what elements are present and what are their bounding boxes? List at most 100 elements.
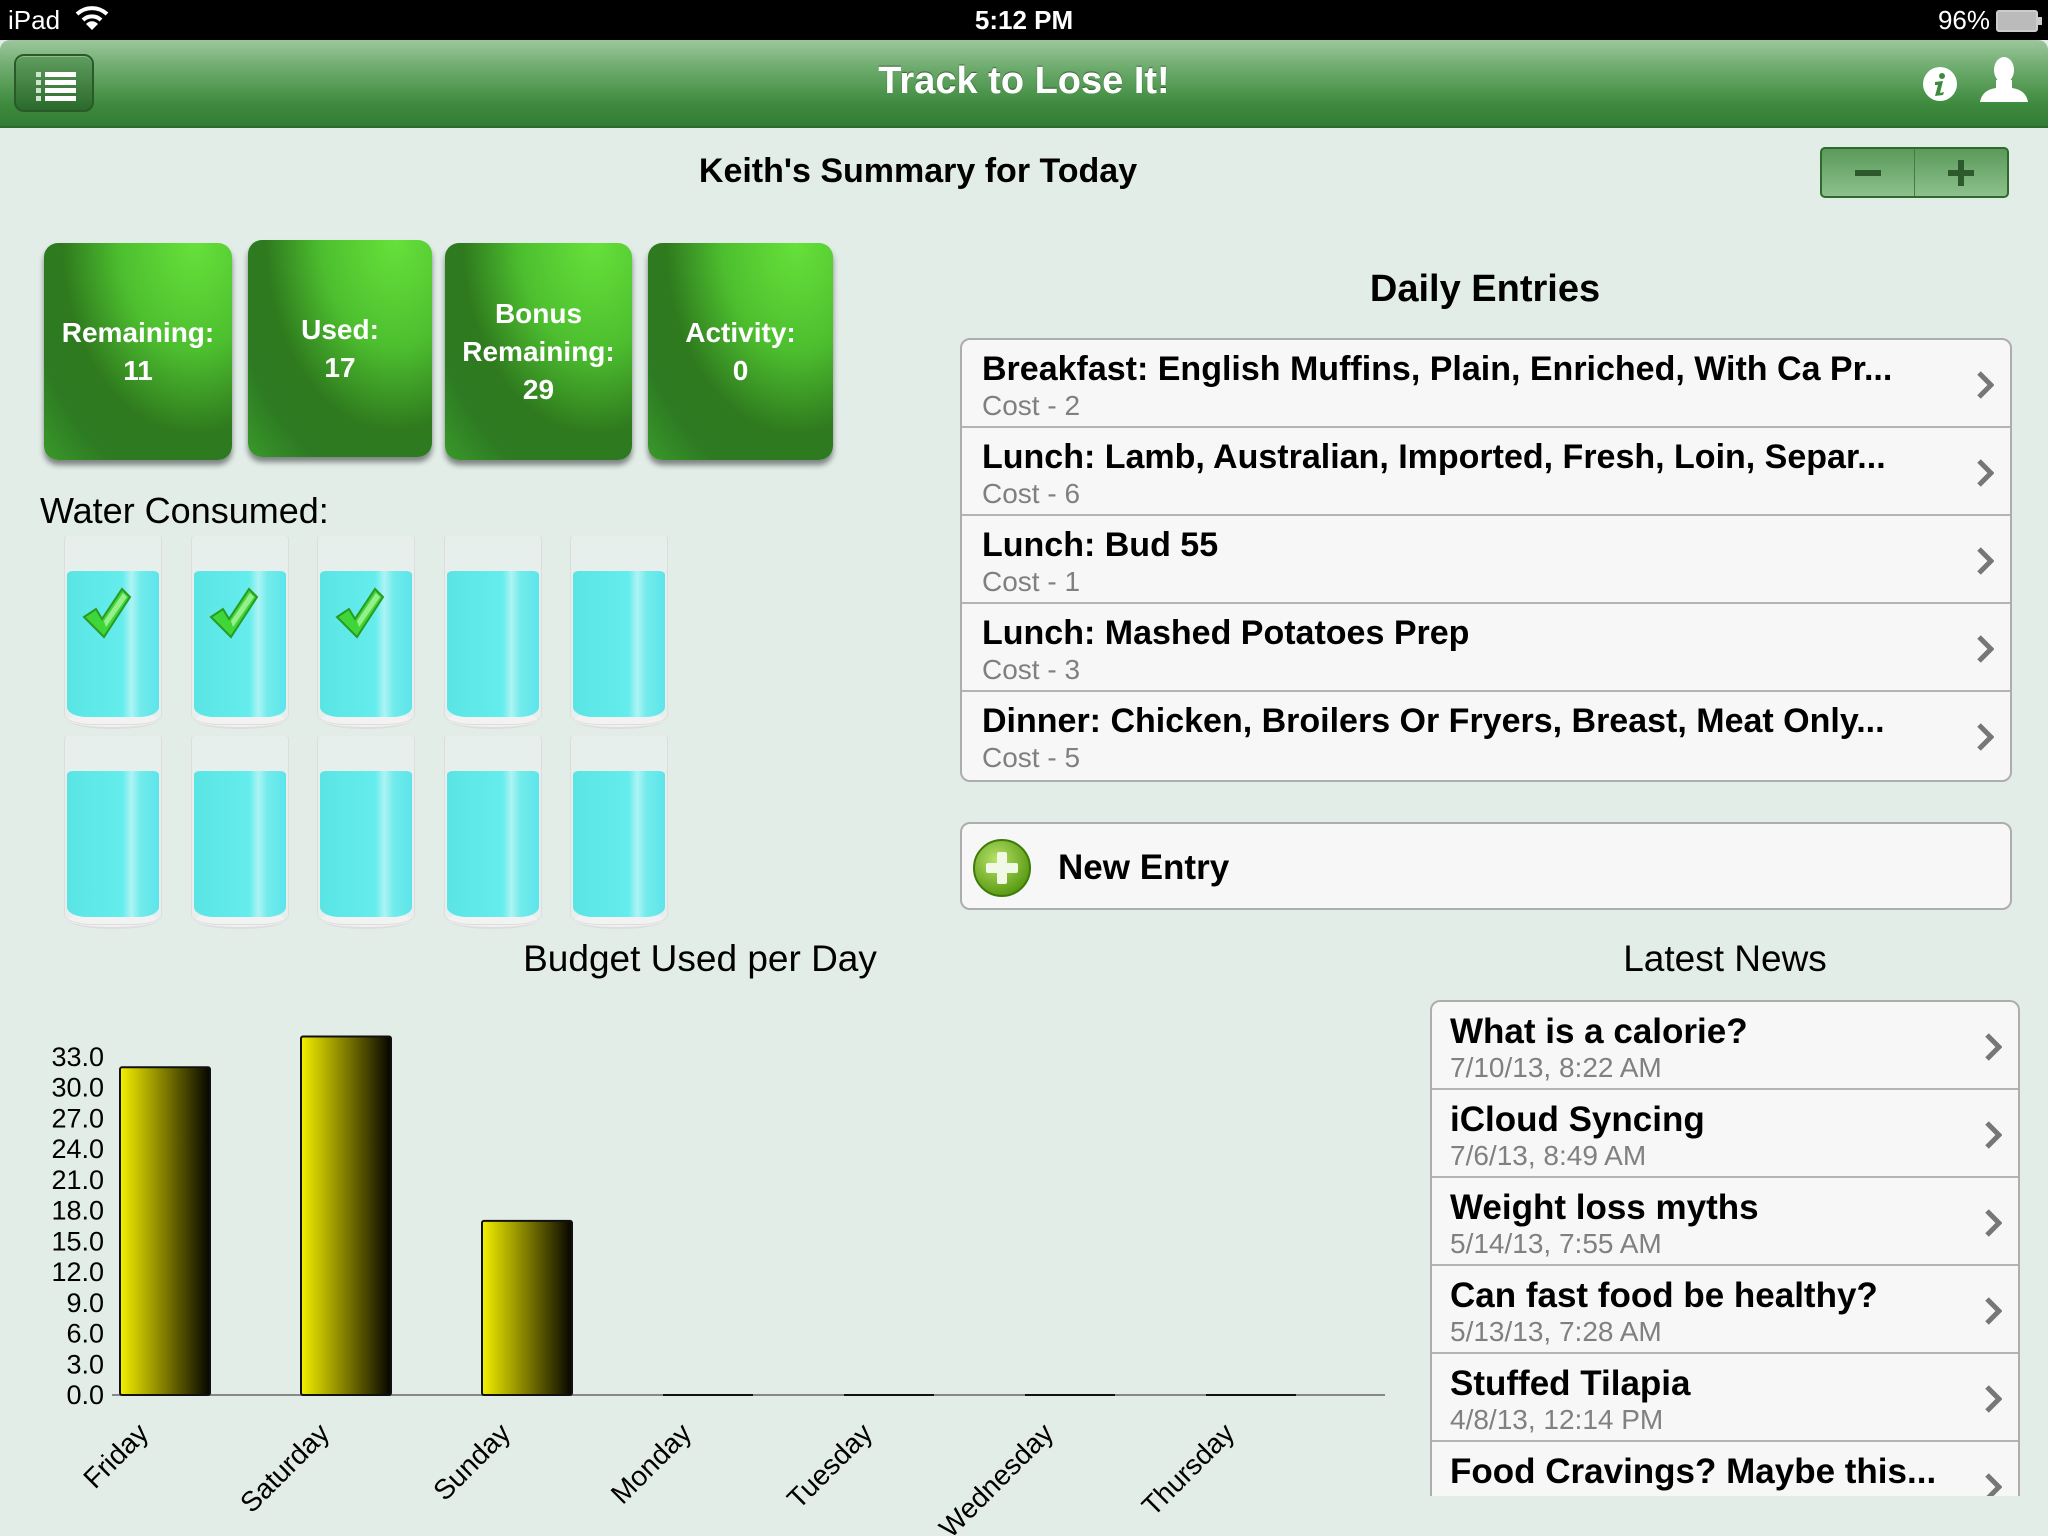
daily-entry-row[interactable]: Lunch: Mashed Potatoes Prep Cost - 3 bbox=[962, 604, 2010, 692]
water-glass[interactable] bbox=[440, 535, 546, 730]
news-row[interactable]: Weight loss myths 5/14/13, 7:55 AM bbox=[1432, 1178, 2018, 1266]
clock: 5:12 PM bbox=[974, 5, 1074, 35]
tile-bonus-remaining[interactable]: Bonus Remaining: 29 bbox=[445, 243, 632, 460]
checkmark-icon bbox=[335, 587, 385, 639]
water-glass[interactable] bbox=[566, 535, 672, 730]
latest-news-list: What is a calorie? 7/10/13, 8:22 AM iCloud… bbox=[1430, 1000, 2020, 1496]
daily-entry-row[interactable]: Breakfast: English Muffins, Plain, Enric… bbox=[962, 340, 2010, 428]
entry-title: Lunch: Lamb, Australian, Imported, Fresh… bbox=[982, 438, 1886, 476]
water-glass-checked[interactable] bbox=[187, 535, 293, 730]
y-tick-label: 24.0 bbox=[51, 1134, 104, 1164]
checkmark-icon bbox=[82, 587, 132, 639]
latest-news-title: Latest News bbox=[1623, 938, 1827, 979]
entry-cost: Cost - 5 bbox=[982, 742, 1081, 773]
budget-bar-chart: 0.03.06.09.012.015.018.021.024.027.030.0… bbox=[51, 1035, 1385, 1536]
news-title: Stuffed Tilapia bbox=[1450, 1364, 1691, 1403]
glass-icon bbox=[444, 735, 542, 925]
chevron-right-icon bbox=[1977, 371, 1994, 399]
daily-entries-list: Breakfast: English Muffins, Plain, Enric… bbox=[960, 338, 2012, 782]
water-glass-checked[interactable] bbox=[313, 535, 419, 730]
news-date: 5/13/13, 7:28 AM bbox=[1450, 1316, 1662, 1347]
new-entry-label: New Entry bbox=[1058, 848, 1230, 887]
battery-percentage: 96% bbox=[1937, 5, 1990, 35]
entry-cost: Cost - 6 bbox=[982, 478, 1081, 509]
chart-title: Budget Used per Day bbox=[523, 938, 877, 979]
news-date: 4/8/13, 12:14 PM bbox=[1450, 1404, 1664, 1435]
news-date: 5/14/13, 7:55 AM bbox=[1450, 1228, 1662, 1259]
glass-icon bbox=[570, 535, 668, 725]
x-tick-label: Tuesday bbox=[781, 1417, 878, 1514]
tile-label: Remaining: bbox=[61, 316, 215, 348]
chevron-right-icon bbox=[1985, 1209, 2002, 1237]
new-entry-button[interactable]: New Entry bbox=[960, 822, 2012, 910]
chevron-right-icon bbox=[1977, 635, 1994, 663]
tile-value: 0 bbox=[732, 354, 749, 386]
entry-title: Dinner: Chicken, Broilers Or Fryers, Bre… bbox=[982, 702, 1885, 740]
news-title: What is a calorie? bbox=[1450, 1012, 1748, 1051]
y-tick-label: 21.0 bbox=[51, 1165, 104, 1195]
decrease-button[interactable] bbox=[1822, 149, 1914, 196]
tile-remaining[interactable]: Remaining: 11 bbox=[44, 243, 232, 460]
daily-entry-row[interactable]: Lunch: Bud 55 Cost - 1 bbox=[962, 516, 2010, 604]
x-tick-label: Saturday bbox=[234, 1417, 335, 1518]
news-date: 7/6/13, 8:49 AM bbox=[1450, 1140, 1647, 1171]
daily-entry-row[interactable]: Dinner: Chicken, Broilers Or Fryers, Bre… bbox=[962, 692, 2010, 780]
news-title: Can fast food be healthy? bbox=[1450, 1276, 1878, 1315]
minus-icon bbox=[1855, 169, 1881, 176]
entry-cost: Cost - 2 bbox=[982, 390, 1081, 421]
status-bar: iPad 5:12 PM 96% bbox=[0, 0, 2048, 40]
news-date: 7/10/13, 8:22 AM bbox=[1450, 1052, 1662, 1083]
glass-icon bbox=[64, 735, 162, 925]
add-circle-icon bbox=[973, 839, 1031, 897]
x-tick-label: Sunday bbox=[427, 1417, 516, 1506]
navigation-bar: Track to Lose It! bbox=[0, 40, 2048, 128]
x-tick-label: Wednesday bbox=[933, 1417, 1059, 1536]
y-tick-label: 18.0 bbox=[51, 1196, 104, 1226]
news-title: iCloud Syncing bbox=[1450, 1100, 1705, 1139]
daily-entry-row[interactable]: Lunch: Lamb, Australian, Imported, Fresh… bbox=[962, 428, 2010, 516]
daily-entries-title: Daily Entries bbox=[1369, 268, 1601, 310]
tile-activity[interactable]: Activity: 0 bbox=[648, 243, 833, 460]
chevron-right-icon bbox=[1985, 1297, 2002, 1325]
news-row[interactable]: Stuffed Tilapia 4/8/13, 12:14 PM bbox=[1432, 1354, 2018, 1442]
tile-label: Bonus Remaining: bbox=[462, 297, 615, 367]
glass-icon bbox=[317, 735, 415, 925]
zoom-stepper bbox=[1820, 147, 2009, 198]
checkmark-icon bbox=[209, 587, 259, 639]
plus-icon-vertical bbox=[1958, 159, 1964, 186]
y-tick-label: 27.0 bbox=[51, 1103, 104, 1133]
summary-title: Keith's Summary for Today bbox=[698, 152, 1138, 190]
x-tick-label: Monday bbox=[605, 1417, 697, 1509]
water-glass[interactable] bbox=[313, 735, 419, 930]
glass-icon bbox=[444, 535, 542, 725]
news-row[interactable]: Food Cravings? Maybe this... bbox=[1432, 1442, 2018, 1496]
chevron-right-icon bbox=[1985, 1033, 2002, 1061]
water-glass-checked[interactable] bbox=[60, 535, 166, 730]
chevron-right-icon bbox=[1977, 723, 1994, 751]
glass-icon bbox=[191, 735, 289, 925]
y-tick-label: 9.0 bbox=[66, 1288, 104, 1318]
news-row[interactable]: Can fast food be healthy? 5/13/13, 7:28 A… bbox=[1432, 1266, 2018, 1354]
tile-label: Used: bbox=[301, 313, 379, 345]
y-tick-label: 6.0 bbox=[66, 1319, 104, 1349]
news-row[interactable]: iCloud Syncing 7/6/13, 8:49 AM bbox=[1432, 1090, 2018, 1178]
user-icon[interactable] bbox=[1978, 56, 2030, 104]
tile-value: 29 bbox=[522, 373, 555, 405]
water-glass[interactable] bbox=[187, 735, 293, 930]
bar-saturday bbox=[300, 1035, 392, 1397]
water-glass[interactable] bbox=[60, 735, 166, 930]
y-tick-label: 33.0 bbox=[51, 1042, 104, 1072]
tile-value: 17 bbox=[324, 351, 356, 383]
x-tick-label: Friday bbox=[77, 1417, 154, 1494]
water-glass[interactable] bbox=[440, 735, 546, 930]
glass-icon bbox=[570, 735, 668, 925]
y-tick-label: 12.0 bbox=[51, 1257, 104, 1287]
battery-icon bbox=[1996, 10, 2042, 32]
info-icon[interactable] bbox=[1922, 66, 1958, 102]
water-glass[interactable] bbox=[566, 735, 672, 930]
tile-used[interactable]: Used: 17 bbox=[248, 240, 432, 457]
news-row[interactable]: What is a calorie? 7/10/13, 8:22 AM bbox=[1432, 1002, 2018, 1090]
increase-button[interactable] bbox=[1914, 149, 2007, 196]
y-tick-label: 15.0 bbox=[51, 1226, 104, 1256]
entry-cost: Cost - 3 bbox=[982, 654, 1081, 685]
